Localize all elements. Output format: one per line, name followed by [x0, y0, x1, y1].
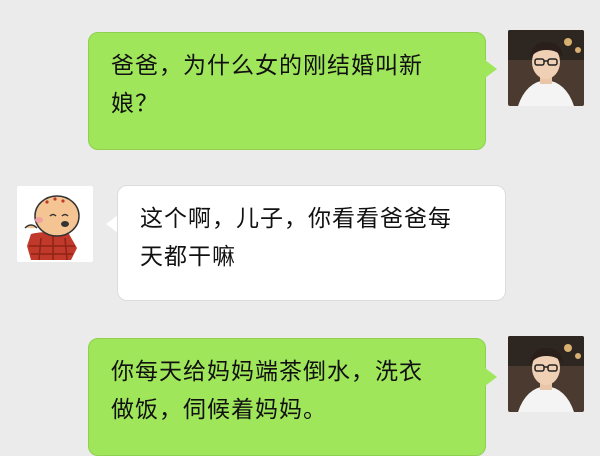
message-bubble[interactable]: 这个啊，儿子，你看看爸爸每 天都干嘛	[117, 185, 506, 301]
message-text-line: 爸爸，为什么女的刚结婚叫新	[111, 53, 423, 79]
message-text-line: 这个啊，儿子，你看看爸爸每	[140, 206, 452, 232]
bubble-tail	[485, 60, 497, 78]
message-text-line: 做饭，伺候着妈妈。	[111, 397, 327, 423]
user-photo-avatar-icon[interactable]	[508, 30, 584, 106]
message-text-line: 天都干嘛	[140, 244, 236, 270]
user-photo-avatar-icon[interactable]	[508, 336, 584, 412]
bubble-tail	[485, 368, 497, 386]
message-text-line: 娘？	[111, 91, 159, 117]
cartoon-monk-avatar-icon[interactable]	[17, 186, 93, 262]
message-text-line: 你每天给妈妈端茶倒水，洗衣	[111, 359, 423, 385]
message-bubble[interactable]: 爸爸，为什么女的刚结婚叫新 娘？	[88, 32, 486, 150]
message-bubble[interactable]: 你每天给妈妈端茶倒水，洗衣 做饭，伺候着妈妈。	[88, 338, 486, 456]
